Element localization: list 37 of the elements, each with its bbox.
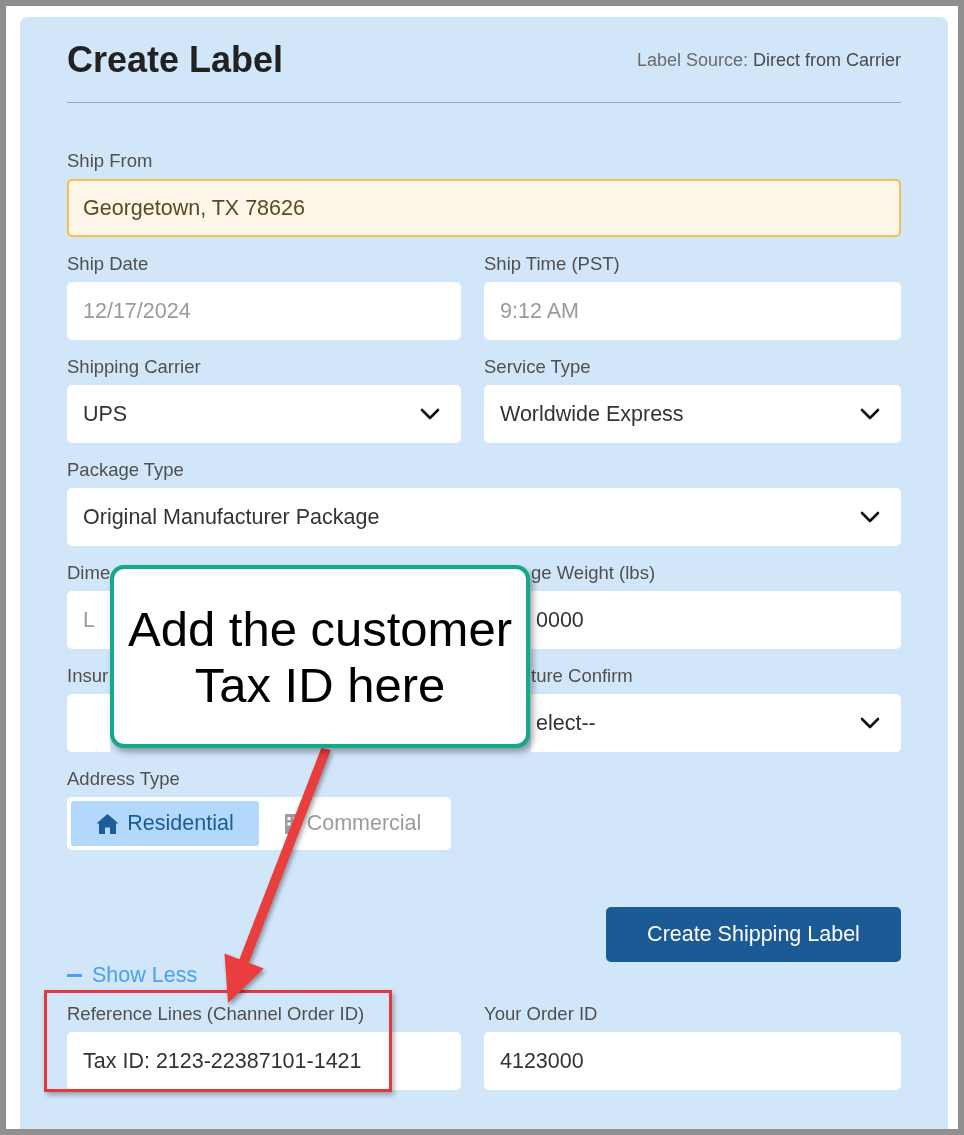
field-label: Insur	[67, 666, 109, 686]
field-label: Ship Date	[67, 254, 149, 274]
field-label: Service Type	[484, 357, 591, 377]
select-field[interactable]: elect--	[531, 694, 901, 752]
text-field[interactable]: 9:12 AM	[484, 282, 901, 340]
minus-icon	[67, 973, 82, 977]
field-label: Dime	[67, 563, 111, 583]
field-label: ge Weight (lbs)	[531, 563, 656, 583]
field-label: Reference Lines (Channel Order ID)	[67, 1004, 365, 1024]
text-field[interactable]: 12/17/2024	[67, 282, 461, 340]
text-field[interactable]: Tax ID: 2123-22387101-1421	[67, 1032, 461, 1090]
field-label: Shipping Carrier	[67, 357, 201, 377]
field-label: ture Confirm	[531, 666, 633, 686]
text-field[interactable]: L	[67, 591, 110, 649]
chevron-down-icon	[420, 408, 440, 420]
field-label: Your Order ID	[484, 1004, 598, 1024]
field-label: Package Type	[67, 460, 184, 480]
field-label: Ship Time (PST)	[484, 254, 620, 274]
home-icon	[96, 813, 120, 834]
page-title: Create Label	[67, 40, 284, 80]
field-label: Ship From	[67, 151, 153, 171]
create-shipping-label-button[interactable]: Create Shipping Label	[606, 907, 901, 962]
segment-option[interactable]: Residential	[71, 801, 259, 846]
text-field[interactable]: 4123000	[484, 1032, 901, 1090]
source-value: Direct from Carrier	[753, 49, 901, 71]
source-label: Label Source:	[636, 49, 748, 71]
select-field[interactable]: UPS	[67, 385, 461, 443]
callout-tooltip: Add the customer Tax ID here	[110, 565, 530, 748]
chevron-down-icon	[860, 511, 880, 523]
text-field[interactable]: Georgetown, TX 78626	[67, 179, 901, 237]
text-field[interactable]	[67, 694, 110, 752]
text-field[interactable]: 0000	[531, 591, 901, 649]
chevron-down-icon	[860, 717, 880, 729]
select-field[interactable]: Worldwide Express	[484, 385, 901, 443]
select-field[interactable]: Original Manufacturer Package	[67, 488, 901, 546]
field-label: Address Type	[67, 769, 180, 789]
chevron-down-icon	[860, 408, 880, 420]
